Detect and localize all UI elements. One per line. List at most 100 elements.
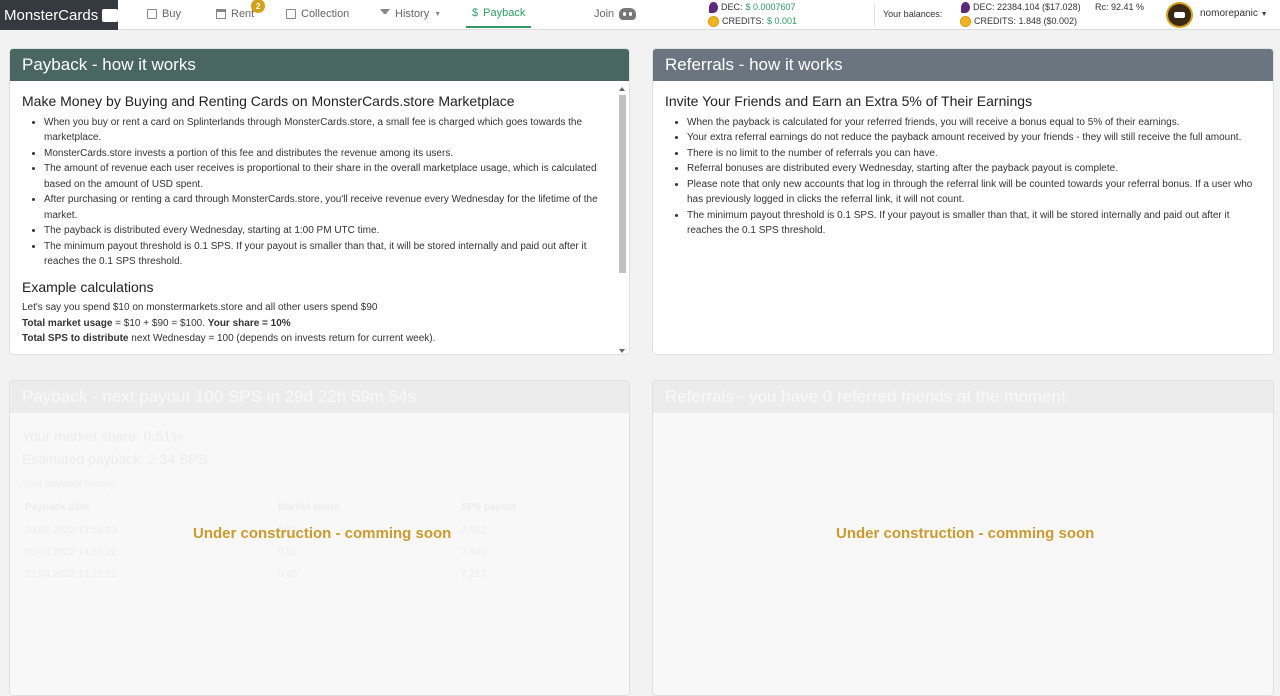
rent-count-badge: 2 — [251, 0, 266, 13]
list-item: Please note that only new accounts that … — [687, 177, 1261, 208]
payback-how-body: Make Money by Buying and Renting Cards o… — [10, 81, 629, 354]
nav-history-label: History — [395, 8, 430, 20]
nav-rent-label: Rent — [231, 8, 255, 20]
sps-value: next Wednesday = 100 (depends on invests… — [128, 333, 436, 344]
list-item: When the payback is calculated for your … — [687, 115, 1261, 131]
payback-how-heading: Make Money by Buying and Renting Cards o… — [22, 93, 515, 109]
referrals-how-list: When the payback is calculated for your … — [665, 115, 1261, 239]
dec-icon — [961, 2, 970, 13]
nav-buy-label: Buy — [162, 8, 181, 20]
table-cell: 0.51 — [278, 547, 298, 558]
dec-price-label: DEC: — [721, 2, 743, 12]
referrals-status-panel: Referrals - you have 0 referred friends … — [652, 380, 1274, 696]
scrollbar[interactable] — [618, 85, 627, 354]
table-cell: 05.04.2022 14:53:32 — [25, 547, 117, 558]
table-cell: 12.04.2022 13:22:22 — [25, 569, 117, 580]
referrals-how-panel: Referrals - how it works Invite Your Fri… — [652, 48, 1274, 355]
referrals-how-heading: Invite Your Friends and Earn an Extra 5%… — [665, 93, 1033, 109]
nav-buy[interactable]: Buy — [147, 0, 181, 28]
list-item: Referral bonuses are distributed every W… — [687, 161, 1261, 177]
nav-payback[interactable]: $ Payback — [466, 0, 532, 28]
share-value: Your share = 10% — [207, 317, 291, 329]
nav-join-label: Join — [594, 8, 615, 20]
col-date: Payback date — [25, 502, 89, 513]
nav-rent[interactable]: Rent 2 — [216, 0, 266, 28]
user-menu[interactable]: nomorepanic ▼ — [1200, 8, 1268, 19]
example-sps: Total SPS to distribute next Wednesday =… — [22, 331, 609, 347]
payback-how-panel: Payback - how it works Make Money by Buy… — [9, 48, 630, 355]
payback-how-title: Payback - how it works — [10, 49, 629, 81]
chevron-down-icon: ▼ — [1260, 11, 1268, 18]
credits-icon — [960, 16, 971, 27]
username: nomorepanic — [1200, 8, 1258, 19]
nav-history[interactable]: History ▼ — [380, 0, 441, 28]
list-item: After purchasing or renting a card throu… — [44, 192, 609, 223]
nav-collection[interactable]: Collection — [286, 0, 349, 28]
scroll-thumb[interactable] — [619, 95, 626, 273]
referrals-how-title: Referrals - how it works — [653, 49, 1273, 81]
credits-price-value: $ 0.001 — [767, 16, 798, 26]
scroll-up-icon[interactable] — [619, 87, 625, 91]
list-item: MonsterCards.store invests a portion of … — [44, 146, 609, 162]
chevron-down-icon: ▼ — [434, 10, 442, 18]
dec-balance: DEC: 22384.104 ($17.028) — [961, 1, 1081, 14]
credits-icon — [708, 16, 719, 27]
history-label: Your payback history: — [22, 479, 118, 490]
payback-next-panel: Payback - next payout 100 SPS in 29d 22h… — [9, 380, 630, 696]
credits-price: CREDITS: $ 0.001 — [708, 15, 797, 28]
resource-credits: Rc: 92.41 % — [1095, 2, 1145, 12]
referrals-status-title: Referrals - you have 0 referred friends … — [653, 381, 1273, 413]
hourglass-icon — [380, 9, 390, 19]
divider — [874, 4, 875, 26]
nav-payback-label: Payback — [483, 7, 526, 19]
credits-price-label: CREDITS: — [722, 16, 765, 26]
under-construction-notice: Under construction - comming soon — [193, 525, 452, 542]
usage-label: Total market usage — [22, 317, 113, 329]
list-item: The minimum payout threshold is 0.1 SPS.… — [44, 239, 609, 270]
dec-balance-value: DEC: 22384.104 ($17.028) — [973, 2, 1081, 12]
payback-how-list: When you buy or rent a card on Splinterl… — [22, 115, 609, 270]
list-item: When you buy or rent a card on Splinterl… — [44, 115, 609, 146]
list-item: The minimum payout threshold is 0.1 SPS.… — [687, 208, 1261, 239]
sps-label: Total SPS to distribute — [22, 333, 129, 344]
dec-price-value: $ 0.0007607 — [745, 2, 796, 12]
dollar-icon: $ — [472, 7, 479, 19]
discord-icon — [619, 8, 637, 20]
dec-icon — [709, 2, 718, 13]
brand-name: MonsterCards — [4, 6, 99, 24]
folder-icon — [286, 9, 296, 19]
nav-join-discord[interactable]: Join — [594, 0, 637, 28]
nav-collection-label: Collection — [301, 8, 350, 20]
cart-icon — [147, 9, 157, 19]
under-construction-notice: Under construction - comming soon — [836, 525, 1095, 542]
credits-balance: CREDITS: 1.848 ($0.002) — [960, 15, 1077, 28]
list-item: There is no limit to the number of refer… — [687, 146, 1261, 162]
col-share: Market share — [278, 502, 340, 513]
list-item: The amount of revenue each user receives… — [44, 161, 609, 192]
table-cell: 7.846 — [461, 547, 487, 558]
book-icon — [102, 8, 118, 22]
payback-next-title: Payback - next payout 100 SPS in 29d 22h… — [10, 381, 629, 413]
example-line: Let's say you spend $10 on monstermarket… — [22, 302, 378, 313]
table-cell: 0.45 — [278, 569, 298, 580]
table-cell: 7.522 — [461, 525, 487, 536]
market-share: Your market share: 0.51% — [22, 428, 184, 444]
credits-balance-value: CREDITS: 1.848 ($0.002) — [974, 16, 1078, 26]
calendar-icon — [216, 9, 226, 19]
table-cell: 7.213 — [461, 569, 487, 580]
dec-price: DEC: $ 0.0007607 — [709, 1, 796, 14]
usage-value: = $10 + $90 = $100. — [112, 317, 208, 329]
example-heading: Example calculations — [22, 278, 154, 295]
balances-label: Your balances: — [883, 9, 943, 19]
list-item: The payback is distributed every Wednesd… — [44, 223, 609, 239]
list-item: Your extra referral earnings do not redu… — [687, 130, 1261, 146]
table-cell: 29.02.2022 13:56:33 — [25, 525, 117, 536]
brand-logo[interactable]: MonsterCards — [0, 0, 118, 30]
top-navbar: MonsterCards Buy Rent 2 Collection Histo… — [0, 0, 1280, 30]
example-usage: Total market usage = $10 + $90 = $100. Y… — [22, 316, 609, 332]
scroll-down-icon[interactable] — [619, 349, 625, 353]
estimated-payback: Estimated payback: 2.34 SPS — [22, 451, 208, 467]
col-payout: SPS payout — [461, 502, 517, 513]
avatar[interactable] — [1166, 2, 1193, 28]
referrals-how-body: Invite Your Friends and Earn an Extra 5%… — [653, 81, 1273, 249]
